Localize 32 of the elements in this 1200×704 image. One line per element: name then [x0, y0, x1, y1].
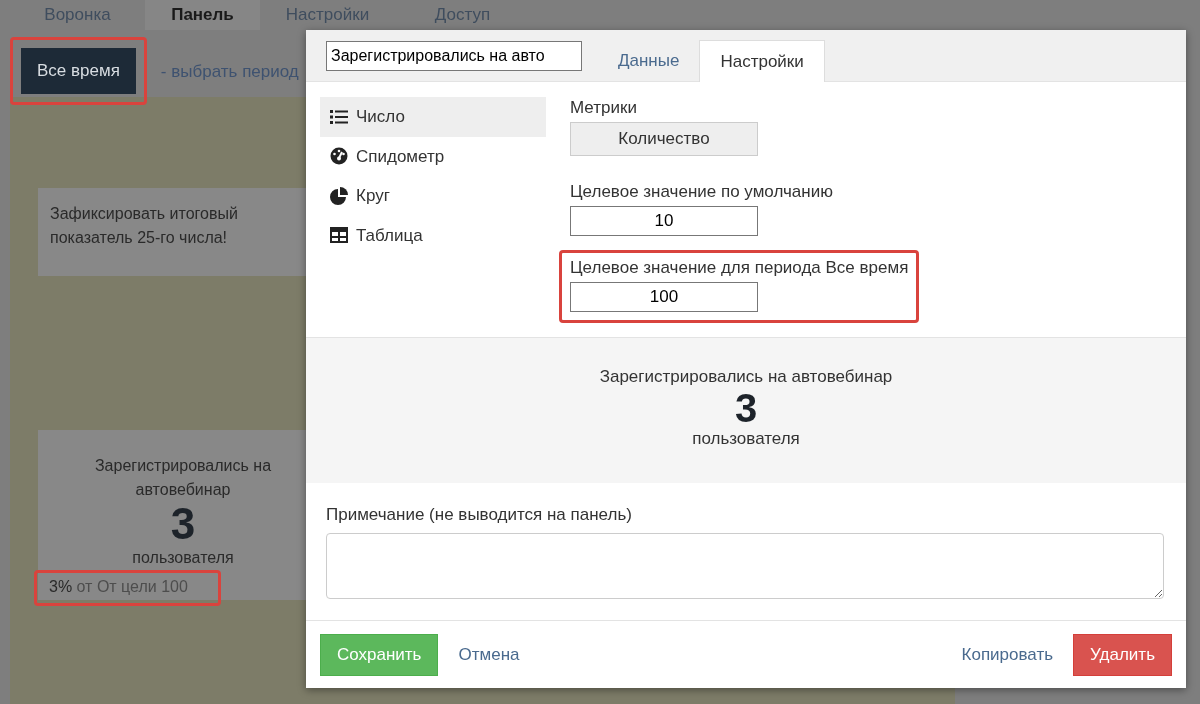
period-button[interactable]: Все время [21, 48, 136, 94]
metric-title: Зарегистрировались на автовебинар [93, 456, 273, 500]
dialog-tab[interactable]: Данные [598, 40, 700, 82]
dialog-link[interactable]: Копировать [945, 633, 1070, 676]
target-field[interactable]: 100 [570, 282, 758, 312]
widget-type-item[interactable]: Таблица [320, 215, 546, 255]
field-label: Целевое значение по умолчанию [570, 182, 833, 202]
widget-type-item[interactable]: Спидометр [320, 136, 546, 176]
list-icon [330, 108, 348, 125]
gauge-icon [330, 147, 348, 166]
preview-value: 3 [734, 386, 758, 430]
pie-chart-icon [330, 186, 348, 205]
dialog-tab[interactable]: Настройки [699, 40, 825, 82]
field-label: Целевое значение для периода Все время [570, 258, 909, 278]
target-field[interactable]: 10 [570, 206, 758, 236]
metric-value: 3 [169, 502, 197, 546]
widget-type-item[interactable]: Круг [320, 176, 546, 216]
metric-button[interactable]: Количество [570, 122, 758, 156]
delete-button[interactable]: Удалить [1073, 633, 1172, 676]
metric-unit: пользователя [131, 548, 235, 568]
note-field[interactable] [326, 533, 1164, 599]
note-text: Зафиксировать итоговый показатель 25-го числа! [50, 205, 238, 246]
title-field[interactable]: Зарегистрировались на авто [326, 41, 582, 71]
preview-unit: пользователя [692, 429, 800, 448]
preview-title: Зарегистрировались на автовебинар [599, 366, 893, 388]
page-tab[interactable]: Панель [145, 0, 260, 30]
note-label: Примечание (не выводится на панель) [326, 505, 632, 524]
widget-type-item[interactable]: Число [320, 97, 546, 137]
dialog-link[interactable]: Отмена [442, 633, 536, 676]
table-icon [330, 227, 348, 244]
metrics-label: Метрики [570, 98, 638, 118]
goal-progress: 3% от От цели 100 [49, 577, 188, 597]
